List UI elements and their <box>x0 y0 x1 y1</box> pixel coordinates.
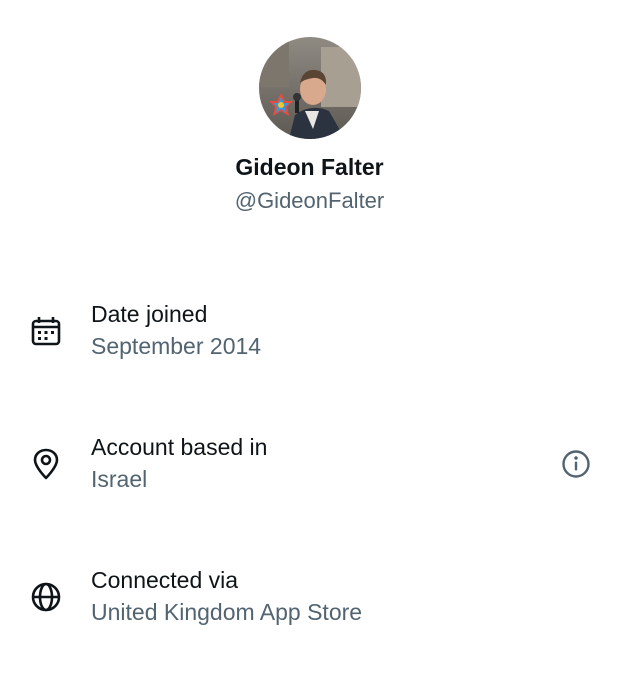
account-based-in-value: Israel <box>91 466 148 492</box>
connected-via-value: United Kingdom App Store <box>91 599 363 625</box>
date-joined-label: Date joined <box>91 301 208 327</box>
info-icon[interactable] <box>559 447 593 481</box>
avatar-photo <box>259 37 361 139</box>
location-pin-icon <box>29 447 63 481</box>
display-name: Gideon Falter <box>235 154 384 180</box>
account-based-in-label: Account based in <box>91 434 268 460</box>
connected-via-label: Connected via <box>91 567 239 593</box>
username-handle: @GideonFalter <box>234 188 385 213</box>
avatar[interactable] <box>259 37 361 139</box>
calendar-icon <box>29 314 63 348</box>
globe-icon <box>29 580 63 614</box>
date-joined-value: September 2014 <box>91 333 262 359</box>
